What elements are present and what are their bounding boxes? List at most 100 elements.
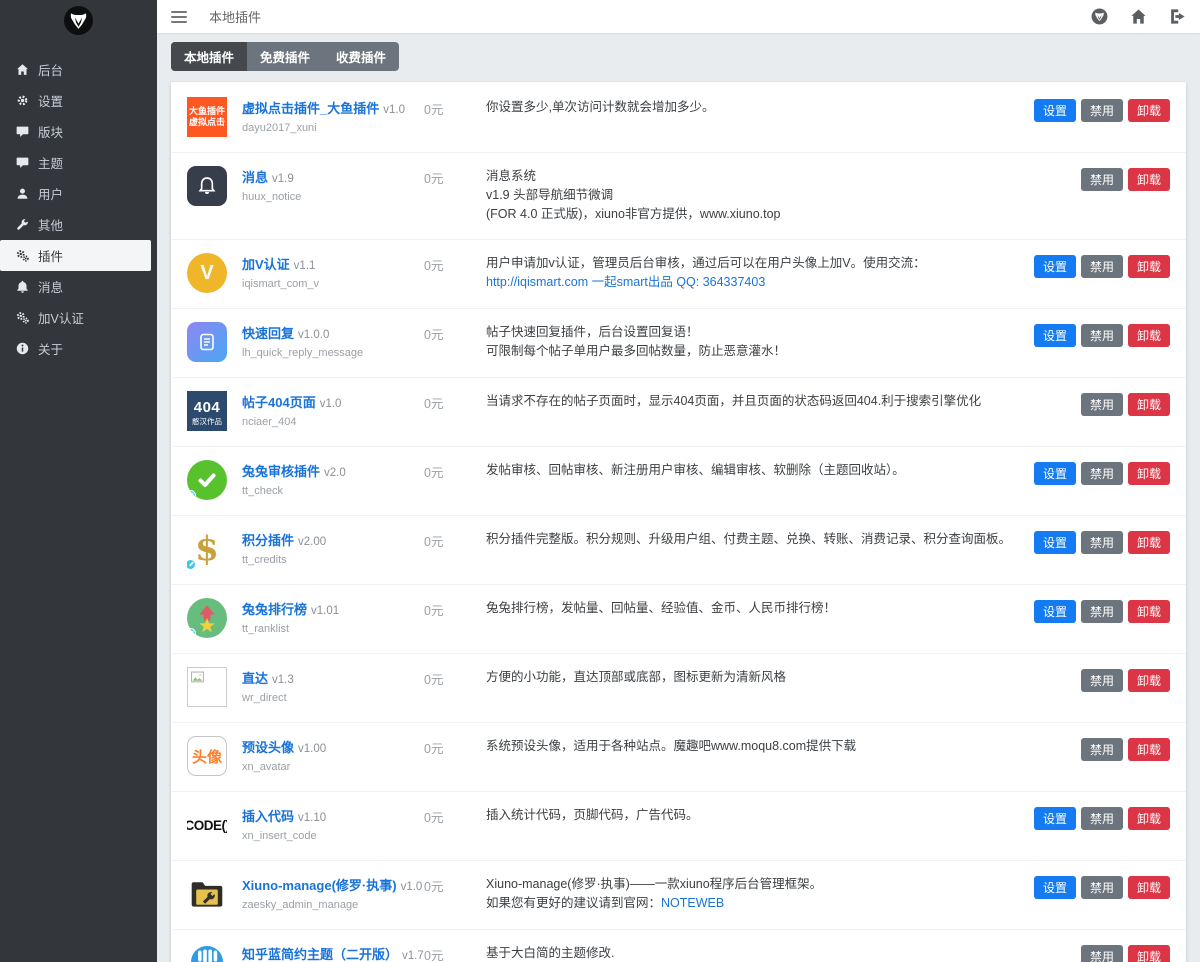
disable-button[interactable]: 禁用: [1081, 531, 1123, 554]
sidebar-item-xiaoxi[interactable]: 消息: [0, 271, 157, 302]
plugin-id: xn_avatar: [242, 761, 424, 773]
logout-icon[interactable]: [1169, 8, 1186, 25]
sidebar-item-yonghu[interactable]: 用户: [0, 178, 157, 209]
sidebar-item-zhuti[interactable]: 主题: [0, 147, 157, 178]
menu-toggle-icon[interactable]: [171, 11, 187, 23]
tab-local-plugins[interactable]: 本地插件: [171, 42, 247, 71]
uninstall-button[interactable]: 卸载: [1128, 168, 1170, 191]
plugin-info: 快速回复v1.0.0lh_quick_reply_message: [242, 322, 424, 362]
plugin-icon-cell: 头像: [187, 736, 227, 776]
plugin-actions: 禁用卸载: [1081, 667, 1170, 707]
code-text-icon: CODE(): [187, 805, 227, 845]
uninstall-button[interactable]: 卸载: [1128, 531, 1170, 554]
sidebar-item-jiav[interactable]: 加V认证: [0, 302, 157, 333]
topbar: 本地插件: [157, 0, 1200, 33]
disable-button[interactable]: 禁用: [1081, 669, 1123, 692]
uninstall-button[interactable]: 卸载: [1128, 669, 1170, 692]
settings-button[interactable]: 设置: [1034, 807, 1076, 830]
plugin-name-link[interactable]: 快速回复: [242, 326, 294, 341]
disable-button[interactable]: 禁用: [1081, 99, 1123, 122]
settings-button[interactable]: 设置: [1034, 99, 1076, 122]
plugin-name-link[interactable]: 知乎蓝简约主题（二开版）: [242, 947, 398, 962]
plugin-name-link[interactable]: 预设头像: [242, 740, 294, 755]
content: 本地插件免费插件收费插件 大鱼插件虚拟点击虚拟点击插件_大鱼插件v1.0dayu…: [157, 33, 1200, 962]
plugin-name-link[interactable]: 虚拟点击插件_大鱼插件: [242, 101, 379, 116]
plugin-id: xn_insert_code: [242, 830, 424, 842]
wrench-icon: [16, 218, 29, 231]
plugin-price: 0元: [424, 874, 486, 914]
uninstall-button[interactable]: 卸载: [1128, 462, 1170, 485]
plugin-name-link[interactable]: 兔兔排行榜: [242, 602, 307, 617]
settings-button[interactable]: 设置: [1034, 324, 1076, 347]
plugin-name-link[interactable]: 插入代码: [242, 809, 294, 824]
settings-button[interactable]: 设置: [1034, 531, 1076, 554]
disable-button[interactable]: 禁用: [1081, 807, 1123, 830]
disable-button[interactable]: 禁用: [1081, 462, 1123, 485]
disable-button[interactable]: 禁用: [1081, 600, 1123, 623]
settings-button[interactable]: 设置: [1034, 876, 1076, 899]
plugin-name-link[interactable]: Xiuno-manage(修罗·执事): [242, 878, 397, 893]
disable-button[interactable]: 禁用: [1081, 324, 1123, 347]
description-text: 系统预设头像，适用于各种站点。魔趣吧www.moqu8.com提供下载: [486, 739, 856, 753]
sidebar-item-bankuai[interactable]: 版块: [0, 116, 157, 147]
description-link[interactable]: http://iqismart.com 一起smart出品 QQ: 364337…: [486, 275, 765, 289]
settings-button[interactable]: 设置: [1034, 600, 1076, 623]
plugin-version: v1.00: [298, 743, 326, 755]
plugin-name-link[interactable]: 帖子404页面: [242, 395, 316, 410]
plugin-actions: 设置禁用卸载: [1034, 805, 1170, 845]
plugin-actions: 禁用卸载: [1081, 943, 1170, 962]
sidebar-item-shezhi[interactable]: 设置: [0, 85, 157, 116]
sidebar-item-chajian[interactable]: 插件: [0, 240, 151, 271]
plugin-info: 兔兔审核插件v2.0tt_check: [242, 460, 424, 500]
uninstall-button[interactable]: 卸载: [1128, 324, 1170, 347]
plugin-description: 发帖审核、回帖审核、新注册用户审核、编辑审核、软删除（主题回收站）。: [486, 460, 1034, 500]
description-link[interactable]: NOTEWEB: [661, 896, 724, 910]
plugin-info: Xiuno-manage(修罗·执事)v1.0zaesky_admin_mana…: [242, 874, 424, 914]
plugin-name-link[interactable]: 加V认证: [242, 257, 290, 272]
home-icon[interactable]: [1130, 8, 1147, 25]
home-icon: [16, 63, 29, 76]
plugin-version: v1.0: [320, 398, 342, 410]
uninstall-button[interactable]: 卸载: [1128, 99, 1170, 122]
tab-free-plugins[interactable]: 免费插件: [247, 42, 323, 71]
plugin-id: nciaer_404: [242, 416, 424, 428]
settings-button[interactable]: 设置: [1034, 462, 1076, 485]
dollar-icon: $: [187, 529, 227, 569]
edit-badge-icon: [187, 628, 196, 638]
disable-button[interactable]: 禁用: [1081, 738, 1123, 761]
broken-image-icon: [187, 667, 227, 707]
uninstall-button[interactable]: 卸载: [1128, 255, 1170, 278]
plugin-info: 帖子404页面 v1.0 nciaer_404: [242, 391, 424, 431]
uninstall-button[interactable]: 卸载: [1128, 945, 1170, 962]
plugin-name-link[interactable]: 积分插件: [242, 533, 294, 548]
uninstall-button[interactable]: 卸载: [1128, 807, 1170, 830]
uninstall-button[interactable]: 卸载: [1128, 738, 1170, 761]
disable-button[interactable]: 禁用: [1081, 945, 1123, 962]
uninstall-button[interactable]: 卸载: [1128, 876, 1170, 899]
description-text: 基于大白简的主题修改.: [486, 946, 614, 960]
sidebar-item-guanyu[interactable]: 关于: [0, 333, 157, 364]
plugin-icon-cell: [187, 667, 227, 707]
tab-paid-plugins[interactable]: 收费插件: [323, 42, 399, 71]
user-avatar-icon[interactable]: [1091, 8, 1108, 25]
uninstall-button[interactable]: 卸载: [1128, 600, 1170, 623]
sidebar-item-qita[interactable]: 其他: [0, 209, 157, 240]
disable-button[interactable]: 禁用: [1081, 255, 1123, 278]
sidebar-item-houtai[interactable]: 后台: [0, 54, 157, 85]
disable-button[interactable]: 禁用: [1081, 168, 1123, 191]
plugin-price: 0元: [424, 667, 486, 707]
plugin-price: 0元: [424, 253, 486, 293]
uninstall-button[interactable]: 卸载: [1128, 393, 1170, 416]
plugin-name-link[interactable]: 兔兔审核插件: [242, 464, 320, 479]
sidebar-item-label: 后台: [38, 60, 63, 79]
user-icon: [16, 187, 29, 200]
disable-button[interactable]: 禁用: [1081, 393, 1123, 416]
disable-button[interactable]: 禁用: [1081, 876, 1123, 899]
404-badge-icon: 404憨汉作品: [187, 391, 227, 431]
settings-button[interactable]: 设置: [1034, 255, 1076, 278]
plugin-row: 消息v1.9huux_notice0元消息系统v1.9 头部导航细节微调(FOR…: [171, 153, 1186, 240]
xiuno-fox-logo[interactable]: [63, 5, 94, 36]
plugin-actions: 设置禁用卸载: [1034, 253, 1170, 293]
plugin-name-link[interactable]: 直达: [242, 671, 268, 686]
plugin-name-link[interactable]: 消息: [242, 170, 268, 185]
